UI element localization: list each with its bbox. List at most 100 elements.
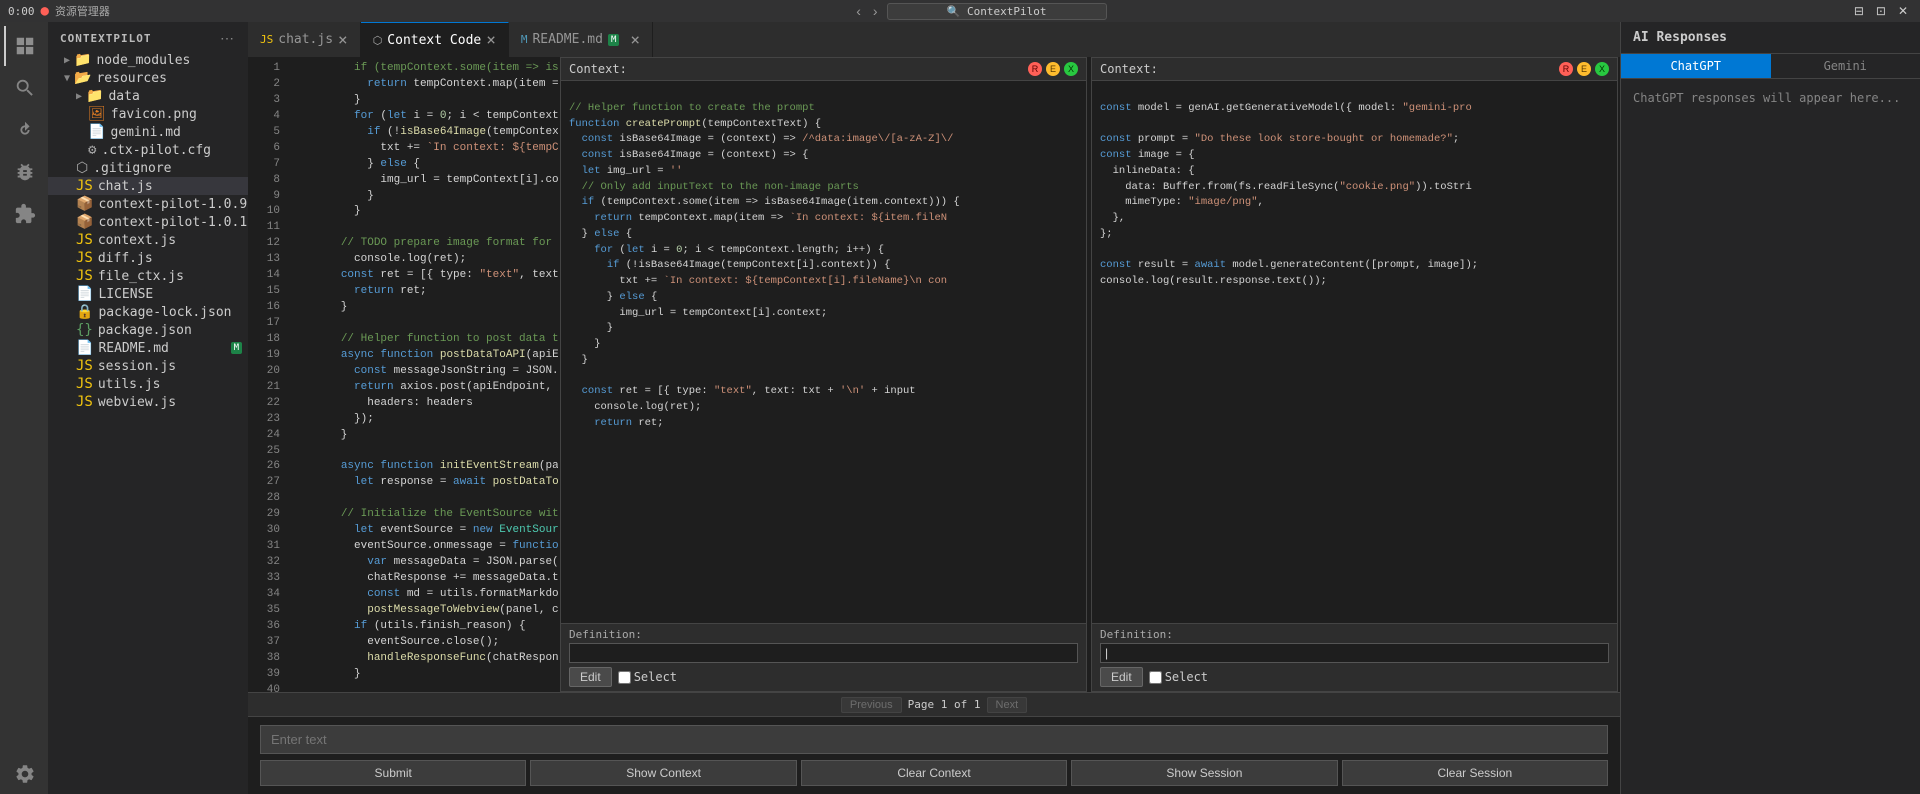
tree-label-chat-js: chat.js (98, 179, 153, 194)
panel-1-buttons: R E X (1028, 62, 1078, 76)
clear-context-button[interactable]: Clear Context (801, 760, 1067, 786)
panel-2-e-button[interactable]: E (1577, 62, 1591, 76)
edit-2-button[interactable]: Edit (1100, 667, 1143, 687)
sidebar-item-node_modules[interactable]: ▶ 📁 node_modules (48, 51, 248, 69)
activity-bar (0, 22, 48, 794)
previous-page-button[interactable]: Previous (841, 697, 902, 713)
panel-2-buttons: R E X (1559, 62, 1609, 76)
code-line: 14 const ret = [{ type: "text", text: tx… (248, 268, 558, 284)
sidebar-item-file-ctx-js[interactable]: JS file_ctx.js (48, 267, 248, 285)
text-input[interactable] (260, 725, 1608, 754)
code-line: 20 const messageJsonString = JSON.string… (248, 364, 558, 380)
sidebar-item-data[interactable]: ▶ 📁 data (48, 87, 248, 105)
clear-session-button[interactable]: Clear Session (1342, 760, 1608, 786)
code-line: 11 (248, 220, 558, 236)
activity-debug[interactable] (4, 152, 44, 192)
settings-icon (14, 763, 36, 785)
editor-area: JS chat.js × ⬡ Context Code × M README.m… (248, 22, 1620, 794)
sidebar-item-webview-js[interactable]: JS webview.js (48, 393, 248, 411)
code-line: 30 let eventSource = new EventSource(`${… (248, 523, 558, 539)
context-panel-2-code[interactable]: const model = genAI.getGenerativeModel({… (1092, 81, 1617, 623)
panels-area: 1 if (tempContext.some(item => isBase64I… (248, 57, 1620, 692)
tree-label-session-js: session.js (98, 359, 176, 374)
window-minimize-button[interactable]: ⊟ (1850, 3, 1868, 19)
sidebar-item-context-pilot-109[interactable]: 📦 context-pilot-1.0.9.vsix (48, 195, 248, 213)
tab-close-context-code[interactable]: × (486, 32, 496, 48)
code-line: 8 img_url = tempContext[i].context; (248, 173, 558, 189)
sidebar-item-context-pilot-1010[interactable]: 📦 context-pilot-1.0.10.vsix (48, 213, 248, 231)
lock-icon: 🔒 (76, 304, 93, 320)
tree-label-ctx-pilot-cfg: .ctx-pilot.cfg (101, 143, 211, 158)
sidebar-item-diff-js[interactable]: JS diff.js (48, 249, 248, 267)
sidebar-title: CONTEXTPILOT (60, 32, 151, 45)
activity-search[interactable] (4, 68, 44, 108)
js-icon: JS (76, 250, 93, 266)
definition-1-input[interactable] (569, 643, 1078, 663)
sidebar-item-gitignore[interactable]: ⬡ .gitignore (48, 159, 248, 177)
tree-label-package-lock: package-lock.json (98, 305, 231, 320)
sidebar-item-utils-js[interactable]: JS utils.js (48, 375, 248, 393)
definition-2-input[interactable] (1100, 643, 1609, 663)
input-actions: Submit Show Context Clear Context Show S… (260, 760, 1608, 786)
activity-settings[interactable] (4, 754, 44, 794)
sidebar-item-license[interactable]: 📄 LICENSE (48, 285, 248, 303)
sidebar-more-button[interactable]: ⋯ (218, 30, 236, 47)
folder-icon: 📁 (86, 88, 103, 104)
activity-explorer[interactable] (4, 26, 44, 66)
sidebar-item-session-js[interactable]: JS session.js (48, 357, 248, 375)
code-panel-main[interactable]: 1 if (tempContext.some(item => isBase64I… (248, 57, 558, 692)
image-icon: 🖼 (88, 106, 106, 122)
select-1-checkbox[interactable] (618, 671, 631, 684)
tab-modified-badge: M (608, 34, 619, 46)
code-line: 13 console.log(ret); (248, 252, 558, 268)
titlebar-right: ⊟ ⊡ ✕ (1850, 3, 1912, 19)
activity-extensions[interactable] (4, 194, 44, 234)
tab-readme-md[interactable]: M README.md M × (509, 22, 653, 57)
panel-2-r-button[interactable]: R (1559, 62, 1573, 76)
window-close-button[interactable]: ✕ (1894, 3, 1912, 19)
sidebar-item-readme-md[interactable]: 📄 README.md M (48, 339, 248, 357)
explorer-icon (14, 35, 36, 57)
tab-close-chat-js[interactable]: × (338, 32, 348, 48)
chevron-right-icon: ▶ (64, 55, 70, 66)
sidebar-item-resources[interactable]: ▼ 📂 resources (48, 69, 248, 87)
window-maximize-button[interactable]: ⊡ (1872, 3, 1890, 19)
show-context-button[interactable]: Show Context (530, 760, 796, 786)
tree-label-data: data (108, 89, 139, 104)
sidebar-item-package-lock[interactable]: 🔒 package-lock.json (48, 303, 248, 321)
context-panel-1: Context: R E X // Helper function to cre… (560, 57, 1087, 692)
panel-1-e-button[interactable]: E (1046, 62, 1060, 76)
main-layout: CONTEXTPILOT ⋯ ▶ 📁 node_modules ▼ 📂 reso… (0, 22, 1920, 794)
panel-1-x-button[interactable]: X (1064, 62, 1078, 76)
ai-tab-chatgpt[interactable]: ChatGPT (1621, 54, 1771, 78)
show-session-button[interactable]: Show Session (1071, 760, 1337, 786)
tab-chat-js[interactable]: JS chat.js × (248, 22, 361, 57)
sidebar-item-context-js[interactable]: JS context.js (48, 231, 248, 249)
code-line: 25 (248, 444, 558, 460)
select-2-checkbox[interactable] (1149, 671, 1162, 684)
panel-1-r-button[interactable]: R (1028, 62, 1042, 76)
context-panel-1-code[interactable]: // Helper function to create the prompt … (561, 81, 1086, 623)
nav-forward-button[interactable]: › (870, 3, 881, 19)
submit-button[interactable]: Submit (260, 760, 526, 786)
tree-label-diff-js: diff.js (98, 251, 153, 266)
sidebar-item-favicon[interactable]: 🖼 favicon.png (48, 105, 248, 123)
panel-2-x-button[interactable]: X (1595, 62, 1609, 76)
activity-source-control[interactable] (4, 110, 44, 150)
sidebar-item-package-json[interactable]: {} package.json (48, 321, 248, 339)
tab-close-readme-md[interactable]: × (630, 32, 640, 48)
ai-tab-gemini[interactable]: Gemini (1771, 54, 1920, 78)
sidebar-item-gemini-md[interactable]: 📄 gemini.md (48, 123, 248, 141)
titlebar-search-box[interactable]: 🔍 ContextPilot (887, 3, 1107, 20)
edit-1-button[interactable]: Edit (569, 667, 612, 687)
next-page-button[interactable]: Next (987, 697, 1028, 713)
tab-context-code[interactable]: ⬡ Context Code × (361, 22, 509, 57)
tree-label-gemini-md: gemini.md (110, 125, 180, 140)
sidebar-item-ctx-pilot-cfg[interactable]: ⚙ .ctx-pilot.cfg (48, 141, 248, 159)
nav-back-button[interactable]: ‹ (853, 3, 864, 19)
sidebar-item-chat-js[interactable]: JS chat.js (48, 177, 248, 195)
code-line: 37 eventSource.close(); (248, 635, 558, 651)
chevron-down-icon: ▼ (64, 73, 70, 84)
tree-label-favicon: favicon.png (111, 107, 197, 122)
titlebar-app-label: 资源管理器 (55, 3, 110, 19)
